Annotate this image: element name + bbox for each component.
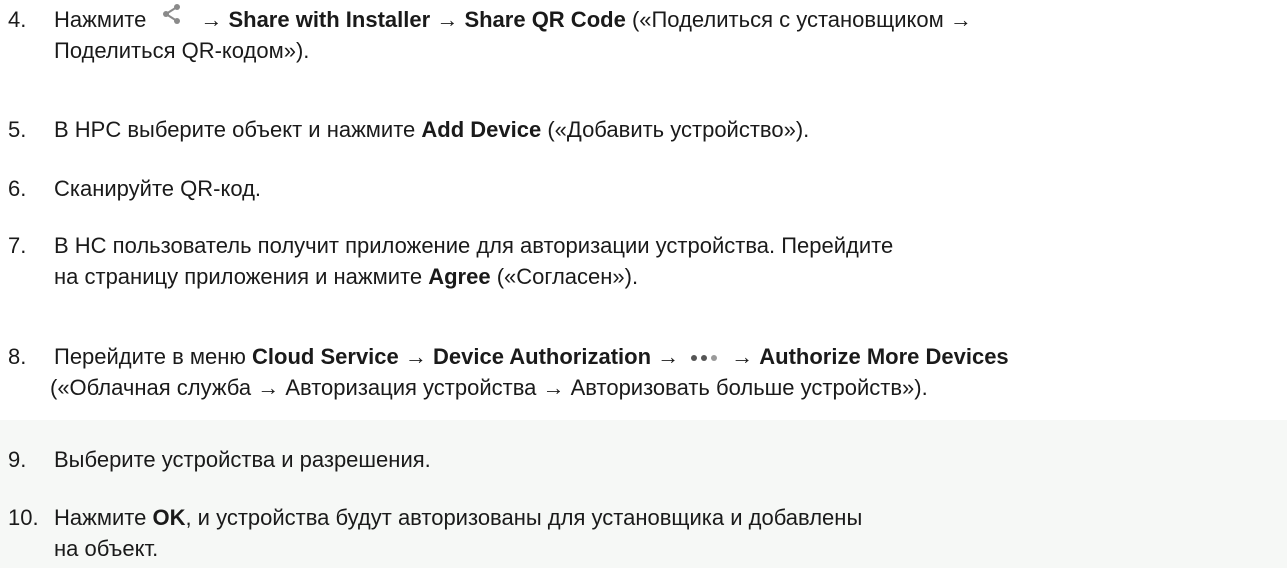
step-number: 10. (8, 505, 39, 530)
menu-path-device-authorization: Device Authorization (433, 344, 652, 369)
step-number: 6. (8, 176, 27, 201)
step-text: В HPC выберите объект и нажмите (54, 117, 416, 142)
menu-path-agree: Agree (428, 264, 491, 289)
step-number: 9. (8, 447, 27, 472)
step-text: на страницу приложения и нажмите (54, 264, 423, 289)
arrow: → (657, 344, 680, 369)
arrow: → (200, 7, 223, 32)
menu-path-share-with-installer: Share with Installer (228, 7, 431, 32)
menu-path-cloud-service: Cloud Service (252, 344, 399, 369)
arrow: → (436, 7, 459, 32)
arrow: → (731, 344, 754, 369)
step-number: 7. (8, 233, 27, 258)
step-text: Нажмите (54, 7, 147, 32)
menu-path-authorize-more-devices: Authorize More Devices (759, 344, 1009, 369)
step-text: В HC пользователь получит приложение для… (54, 233, 894, 258)
translation-text: («Облачная служба → Авторизация устройст… (50, 375, 928, 400)
translation-text: («Согласен»). (496, 264, 639, 289)
arrow: → (404, 344, 427, 369)
instruction-page: 4. Нажмите → Share with Installer → Share… (0, 0, 1287, 568)
step-number: 8. (8, 344, 27, 369)
more-dots-icon (689, 342, 719, 362)
share-icon (160, 2, 184, 26)
translation-text: Поделиться QR-кодом»). (54, 38, 310, 63)
step-text: на объект. (54, 536, 159, 561)
step-text: Выберите устройства и разрешения. (54, 447, 431, 472)
step-number: 4. (8, 7, 27, 32)
step-text: Сканируйте QR-код. (54, 176, 262, 201)
button-label-ok: OK (152, 505, 186, 530)
step-text: Нажмите (54, 505, 147, 530)
translation-text: («Добавить устройство»). (547, 117, 810, 142)
menu-path-add-device: Add Device (421, 117, 542, 142)
step-text: Перейдите в меню (54, 344, 246, 369)
step-number: 5. (8, 117, 27, 142)
translation-text: («Поделиться с установщиком → (631, 7, 972, 32)
menu-path-share-qr-code: Share QR Code (464, 7, 626, 32)
step-text: , и устройства будут авторизованы для ус… (185, 505, 863, 530)
